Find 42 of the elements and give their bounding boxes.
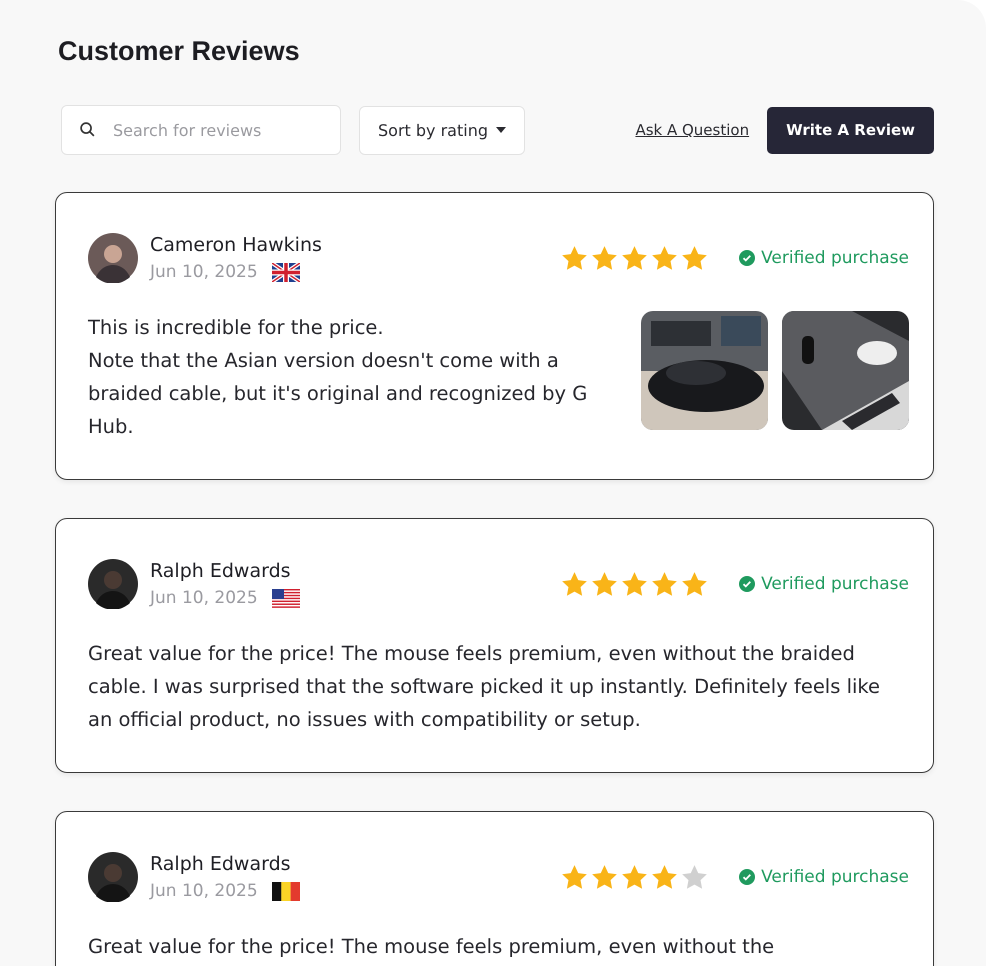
review-date: Jun 10, 2025 (150, 881, 258, 901)
star-icon (650, 862, 680, 892)
reviewer-name: Ralph Edwards (150, 853, 292, 875)
write-review-button[interactable]: Write A Review (767, 106, 934, 154)
review-date: Jun 10, 2025 (150, 262, 258, 282)
star-icon (620, 570, 650, 598)
flag-icon (272, 588, 300, 608)
verified-label: Verified purchase (739, 248, 909, 268)
review-text: Great value for the price! The mouse feels premium, even without the (88, 934, 776, 960)
avatar (88, 559, 138, 609)
check-icon (739, 869, 756, 885)
avatar (88, 233, 138, 283)
star-icon (590, 570, 620, 598)
star-icon (560, 570, 590, 598)
star-icon (560, 244, 590, 272)
empty-star-icon (680, 862, 710, 892)
search-field[interactable]: Search for reviews (61, 105, 341, 155)
flag-icon (272, 882, 300, 900)
reviewer-name: Cameron Hawkins (150, 234, 322, 256)
avatar (88, 852, 138, 902)
star-icon (590, 862, 620, 892)
page-title: Customer Reviews (58, 36, 301, 67)
star-icon (680, 570, 710, 598)
sort-dropdown[interactable]: Sort by rating (359, 106, 525, 154)
review-date: Jun 10, 2025 (150, 588, 258, 608)
star-icon (650, 244, 680, 272)
star-icon (560, 862, 590, 892)
caret-icon (496, 127, 506, 133)
review-text: This is incredible for the price. Note that the Asian version doesn't come with a braided cable, but it's original and recognized by G Hub. (88, 315, 588, 440)
ask-question-link[interactable]: Ask A Question (635, 121, 750, 139)
verified-label: Verified purchase (739, 574, 909, 594)
check-icon (739, 250, 756, 266)
star-icon (620, 244, 650, 272)
verified-label: Verified purchase (739, 867, 909, 887)
flag-icon (272, 262, 300, 282)
star-icon (620, 862, 650, 892)
star-icon (650, 570, 680, 598)
star-icon (680, 244, 710, 272)
star-icon (590, 244, 620, 272)
reviewer-name: Ralph Edwards (150, 560, 292, 582)
check-icon (739, 576, 756, 592)
review-text: Great value for the price! The mouse feels premium, even without the braided cable. I was surprised that the software picked it up instantly. Definitely feels like an official product, no issues with compatibility or setup. (88, 641, 882, 733)
